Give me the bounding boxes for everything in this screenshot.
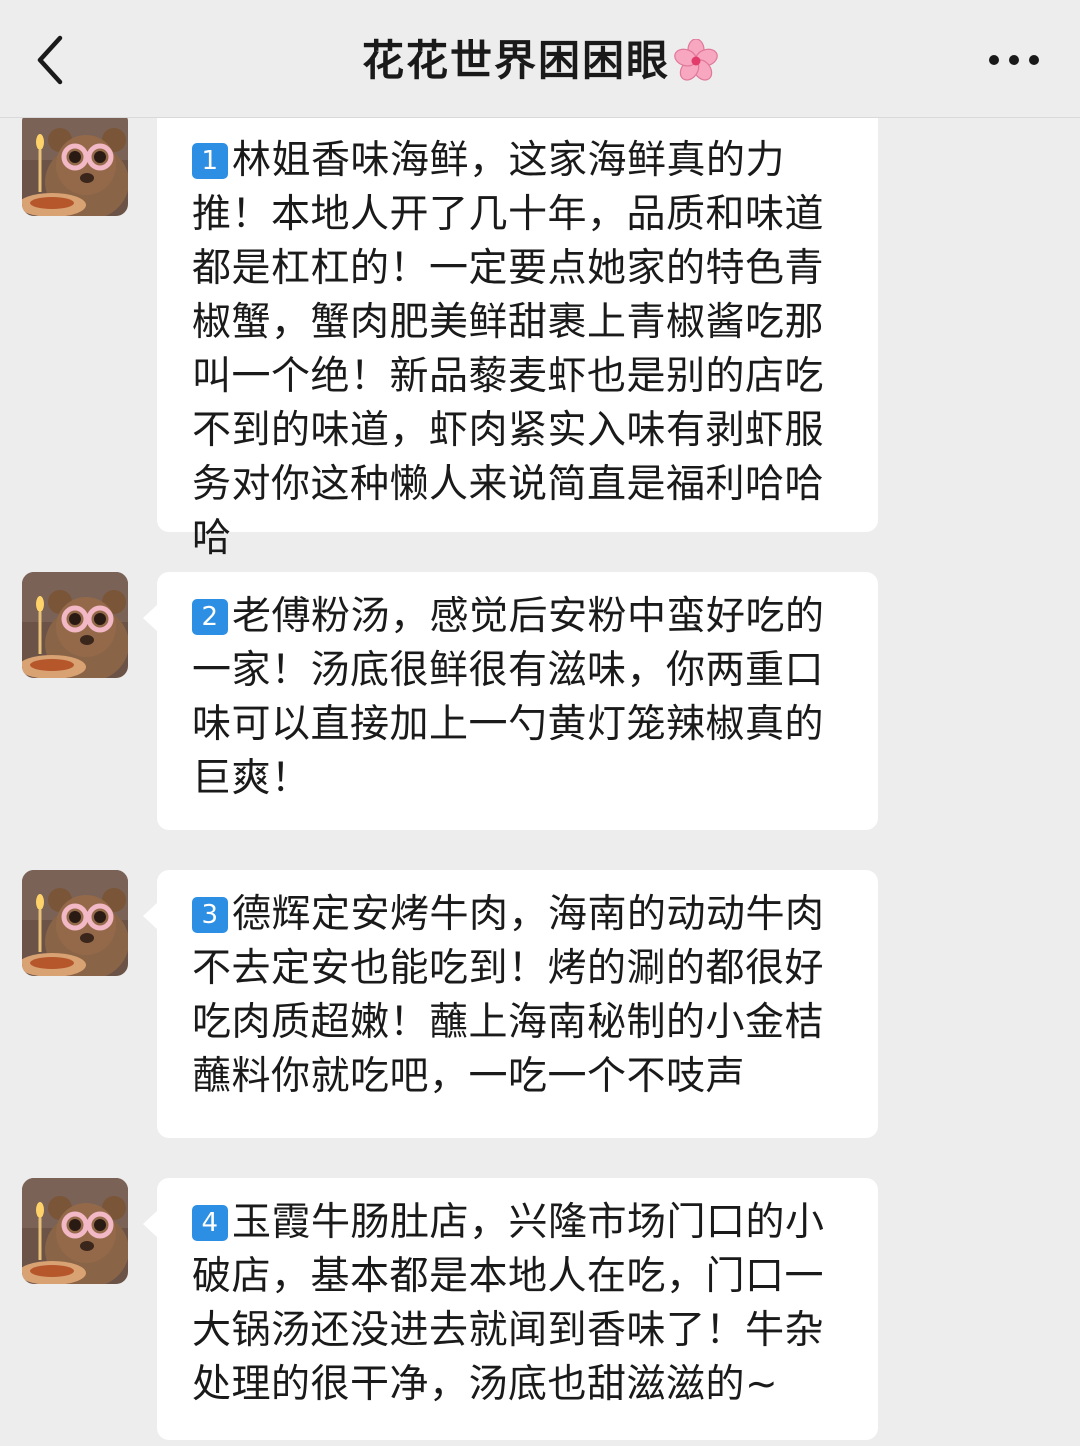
message-body: 玉霞牛肠肚店，兴隆市场门口的小破店，基本都是本地人在吃，门口一大锅汤还没进去就闻…	[192, 1200, 825, 1407]
message-body: 林姐香味海鲜，这家海鲜真的力推！本地人开了几十年，品质和味道都是杠杠的！一定要点…	[192, 138, 825, 561]
number-badge: 1	[192, 143, 228, 179]
message-text: 1 林姐香味海鲜，这家海鲜真的力推！本地人开了几十年，品质和味道都是杠杠的！一定要…	[192, 134, 848, 566]
message-body: 老傅粉汤，感觉后安粉中蛮好吃的一家！汤底很鲜很有滋味，你两重口味可以直接加上一勺…	[192, 594, 825, 801]
message-bubble[interactable]: 2 老傅粉汤，感觉后安粉中蛮好吃的一家！汤底很鲜很有滋味，你两重口味可以直接加上一…	[143, 572, 878, 830]
message-bubble[interactable]: 3 德辉定安烤牛肉，海南的动动牛肉不去定安也能吃到！烤的涮的都很好吃肉质超嫩！蘸上…	[143, 870, 878, 1138]
message-text: 3 德辉定安烤牛肉，海南的动动牛肉不去定安也能吃到！烤的涮的都很好吃肉质超嫩！蘸上…	[192, 888, 848, 1104]
message-bubble[interactable]: 4 玉霞牛肠肚店，兴隆市场门口的小破店，基本都是本地人在吃，门口一大锅汤还没进去就…	[143, 1178, 878, 1440]
chat-title: 花花世界困困眼	[0, 30, 1080, 100]
message-text: 4 玉霞牛肠肚店，兴隆市场门口的小破店，基本都是本地人在吃，门口一大锅汤还没进去就…	[192, 1196, 848, 1412]
number-badge: 4	[192, 1205, 228, 1241]
more-dots-icon	[989, 55, 1039, 65]
cherry-blossom-icon	[674, 38, 718, 100]
avatar[interactable]	[22, 1178, 128, 1284]
more-button[interactable]	[986, 45, 1042, 75]
avatar[interactable]	[22, 572, 128, 678]
message-text: 2 老傅粉汤，感觉后安粉中蛮好吃的一家！汤底很鲜很有滋味，你两重口味可以直接加上一…	[192, 590, 848, 806]
teddy-bear-avatar-icon	[22, 110, 128, 216]
teddy-bear-avatar-icon	[22, 1178, 128, 1284]
teddy-bear-avatar-icon	[22, 870, 128, 976]
number-badge: 2	[192, 599, 228, 635]
chat-header: 花花世界困困眼	[0, 0, 1080, 118]
chat-title-text: 花花世界困困眼	[361, 36, 670, 85]
avatar[interactable]	[22, 870, 128, 976]
number-badge: 3	[192, 897, 228, 933]
message-bubble[interactable]: 1 林姐香味海鲜，这家海鲜真的力推！本地人开了几十年，品质和味道都是杠杠的！一定要…	[157, 110, 878, 561]
message-body: 德辉定安烤牛肉，海南的动动牛肉不去定安也能吃到！烤的涮的都很好吃肉质超嫩！蘸上海…	[192, 892, 825, 1099]
avatar[interactable]	[22, 110, 128, 216]
teddy-bear-avatar-icon	[22, 572, 128, 678]
